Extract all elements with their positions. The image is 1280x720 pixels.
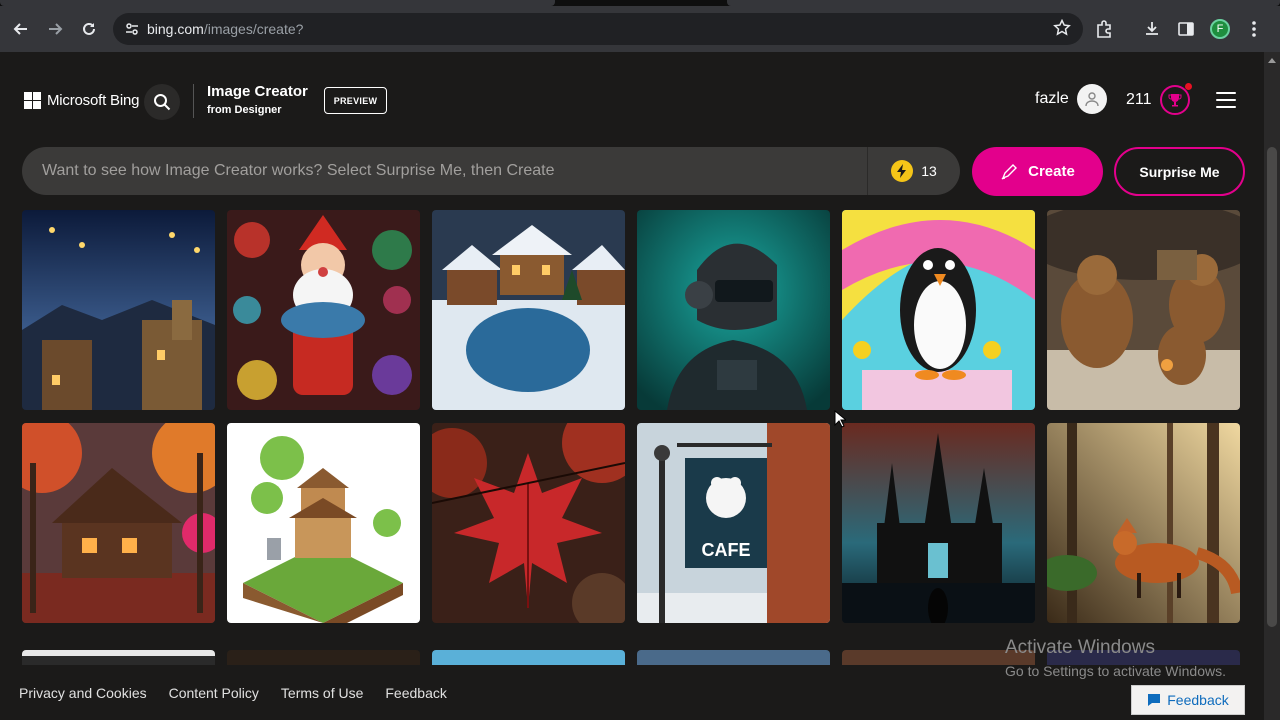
feedback-link[interactable]: Feedback bbox=[385, 685, 446, 701]
extensions-icon[interactable] bbox=[1092, 17, 1116, 41]
gallery-image-night-town[interactable] bbox=[22, 210, 215, 410]
surprise-label: Surprise Me bbox=[1139, 163, 1220, 180]
page-content: Microsoft Bing Image Creator from Design… bbox=[0, 52, 1280, 720]
address-bar[interactable]: bing.com/images/create? bbox=[113, 13, 1083, 45]
gallery-image-bears-den[interactable] bbox=[1047, 210, 1240, 410]
hamburger-menu-icon[interactable] bbox=[1216, 92, 1236, 108]
avatar[interactable] bbox=[1076, 84, 1107, 114]
username: fazle bbox=[1035, 90, 1069, 107]
microsoft-logo-icon bbox=[24, 92, 41, 109]
create-button[interactable]: Create bbox=[972, 147, 1103, 196]
watermark-title: Activate Windows bbox=[1005, 637, 1155, 658]
gallery-image-penguin[interactable] bbox=[842, 210, 1035, 410]
svg-text:CAFE: CAFE bbox=[702, 540, 751, 560]
bookmark-star-icon[interactable] bbox=[1053, 18, 1071, 42]
brand-name: Microsoft Bing bbox=[47, 92, 140, 109]
bing-logo[interactable]: Microsoft Bing bbox=[24, 92, 139, 109]
title-text: Image Creator bbox=[207, 83, 308, 100]
trophy-icon[interactable] bbox=[1159, 83, 1192, 115]
site-settings-icon[interactable] bbox=[123, 22, 141, 36]
profile-initial: F bbox=[1210, 19, 1230, 39]
prompt-input[interactable] bbox=[42, 162, 862, 180]
create-brush-icon bbox=[1001, 163, 1018, 180]
feedback-icon bbox=[1148, 694, 1161, 706]
feedback-button-label: Feedback bbox=[1167, 692, 1229, 708]
watermark-subtitle: Go to Settings to activate Windows. bbox=[1005, 663, 1226, 679]
scrollbar-thumb[interactable] bbox=[1267, 147, 1277, 627]
gallery-image-red-maple-leaf[interactable] bbox=[432, 423, 625, 623]
notification-dot bbox=[1184, 83, 1192, 90]
header-divider bbox=[193, 84, 194, 118]
subtitle-text: from Designer bbox=[207, 104, 282, 116]
boost-counter[interactable]: 13 bbox=[867, 147, 960, 195]
boost-bolt-icon bbox=[891, 160, 914, 182]
feedback-button[interactable]: Feedback bbox=[1131, 685, 1245, 715]
forward-icon[interactable] bbox=[38, 12, 72, 46]
gallery-image-dark-castle[interactable] bbox=[842, 423, 1035, 623]
rewards[interactable]: 211 bbox=[1126, 83, 1192, 115]
user-account[interactable]: fazle bbox=[1035, 84, 1107, 114]
privacy-link[interactable]: Privacy and Cookies bbox=[19, 685, 147, 701]
boost-count: 13 bbox=[921, 163, 937, 179]
prompt-bar: 13 bbox=[22, 147, 960, 195]
gallery-image-fox-forest[interactable] bbox=[1047, 423, 1240, 623]
page-scrollbar[interactable] bbox=[1264, 52, 1280, 720]
create-label: Create bbox=[1028, 163, 1075, 180]
reward-points: 211 bbox=[1126, 91, 1152, 108]
preview-badge: PREVIEW bbox=[324, 87, 387, 114]
browser-toolbar: bing.com/images/create? F bbox=[0, 6, 1280, 52]
activate-windows-watermark: Activate Windows Go to Settings to activ… bbox=[1005, 637, 1226, 679]
back-icon[interactable] bbox=[4, 12, 38, 46]
mouse-cursor-icon bbox=[834, 409, 848, 433]
scroll-up-icon[interactable] bbox=[1268, 58, 1276, 63]
page-title: Image Creator from Designer bbox=[207, 83, 308, 116]
side-panel-icon[interactable] bbox=[1174, 17, 1198, 41]
browser-menu-icon[interactable] bbox=[1242, 17, 1266, 41]
reload-icon[interactable] bbox=[72, 12, 106, 46]
terms-link[interactable]: Terms of Use bbox=[281, 685, 363, 701]
surprise-me-button[interactable]: Surprise Me bbox=[1114, 147, 1245, 196]
gallery-image-santa[interactable] bbox=[227, 210, 420, 410]
content-policy-link[interactable]: Content Policy bbox=[169, 685, 259, 701]
gallery-image-cafe-sign[interactable]: CAFE bbox=[637, 423, 830, 623]
gallery-image-winter-village[interactable] bbox=[432, 210, 625, 410]
profile-avatar[interactable]: F bbox=[1208, 17, 1232, 41]
url-text: bing.com/images/create? bbox=[147, 21, 304, 37]
search-icon[interactable] bbox=[144, 84, 180, 120]
gallery-image-autumn-cabin[interactable] bbox=[22, 423, 215, 623]
gallery-image-isometric-pagoda[interactable] bbox=[227, 423, 420, 623]
gallery-image-armored-soldier[interactable] bbox=[637, 210, 830, 410]
site-header: Microsoft Bing Image Creator from Design… bbox=[0, 52, 1264, 147]
download-icon[interactable] bbox=[1140, 17, 1164, 41]
